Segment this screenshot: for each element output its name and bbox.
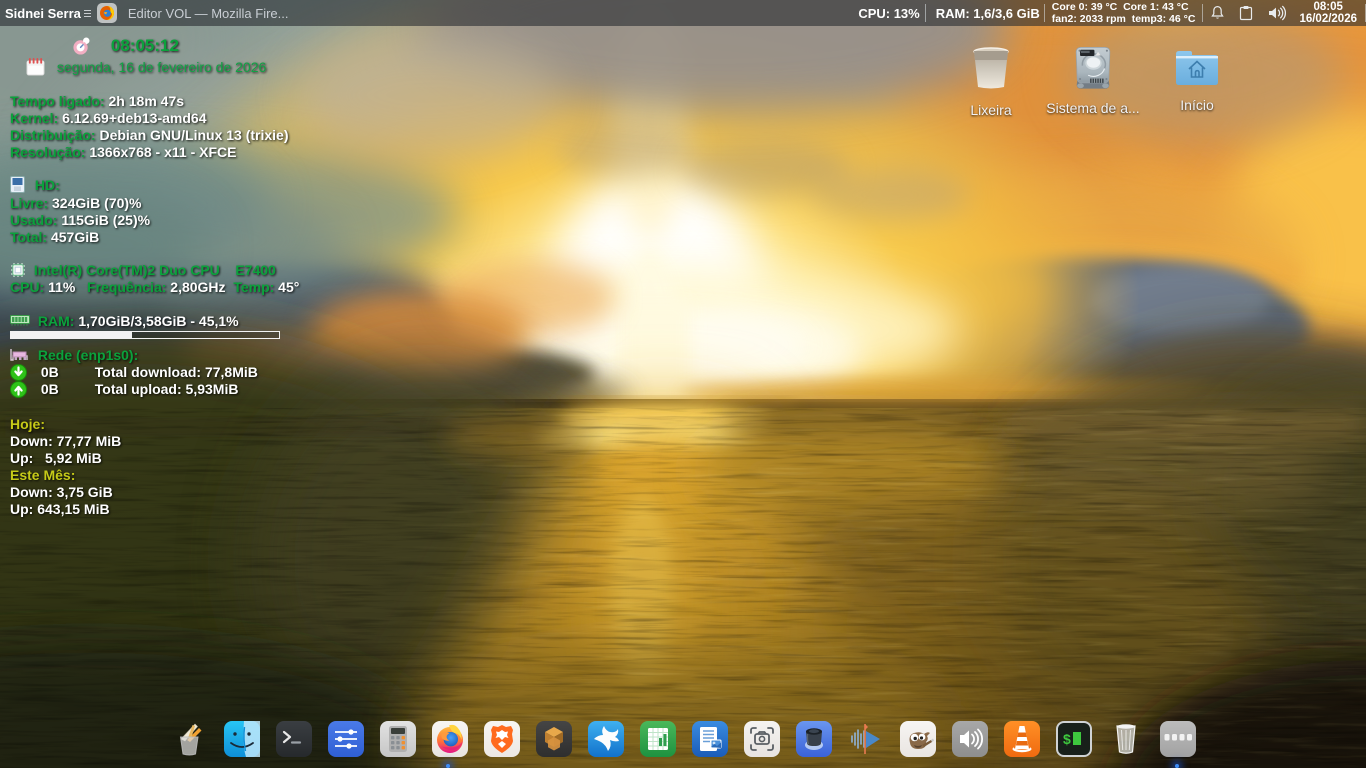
svg-text:$: $ — [1063, 731, 1071, 747]
